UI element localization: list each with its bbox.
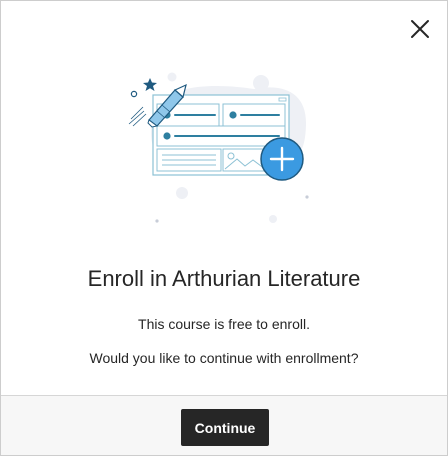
- confirm-enrollment-message: Would you like to continue with enrollme…: [89, 350, 359, 366]
- close-icon: [411, 20, 429, 38]
- dialog-title: Enroll in Arthurian Literature: [87, 266, 361, 291]
- plus-icon: [260, 137, 304, 181]
- enroll-illustration: [128, 72, 309, 223]
- free-course-message: This course is free to enroll.: [138, 316, 310, 332]
- enroll-dialog: Enroll in Arthurian Literature This cour…: [0, 0, 448, 456]
- close-button[interactable]: [405, 14, 435, 44]
- dialog-footer: Continue: [1, 395, 447, 455]
- continue-button[interactable]: Continue: [181, 409, 269, 446]
